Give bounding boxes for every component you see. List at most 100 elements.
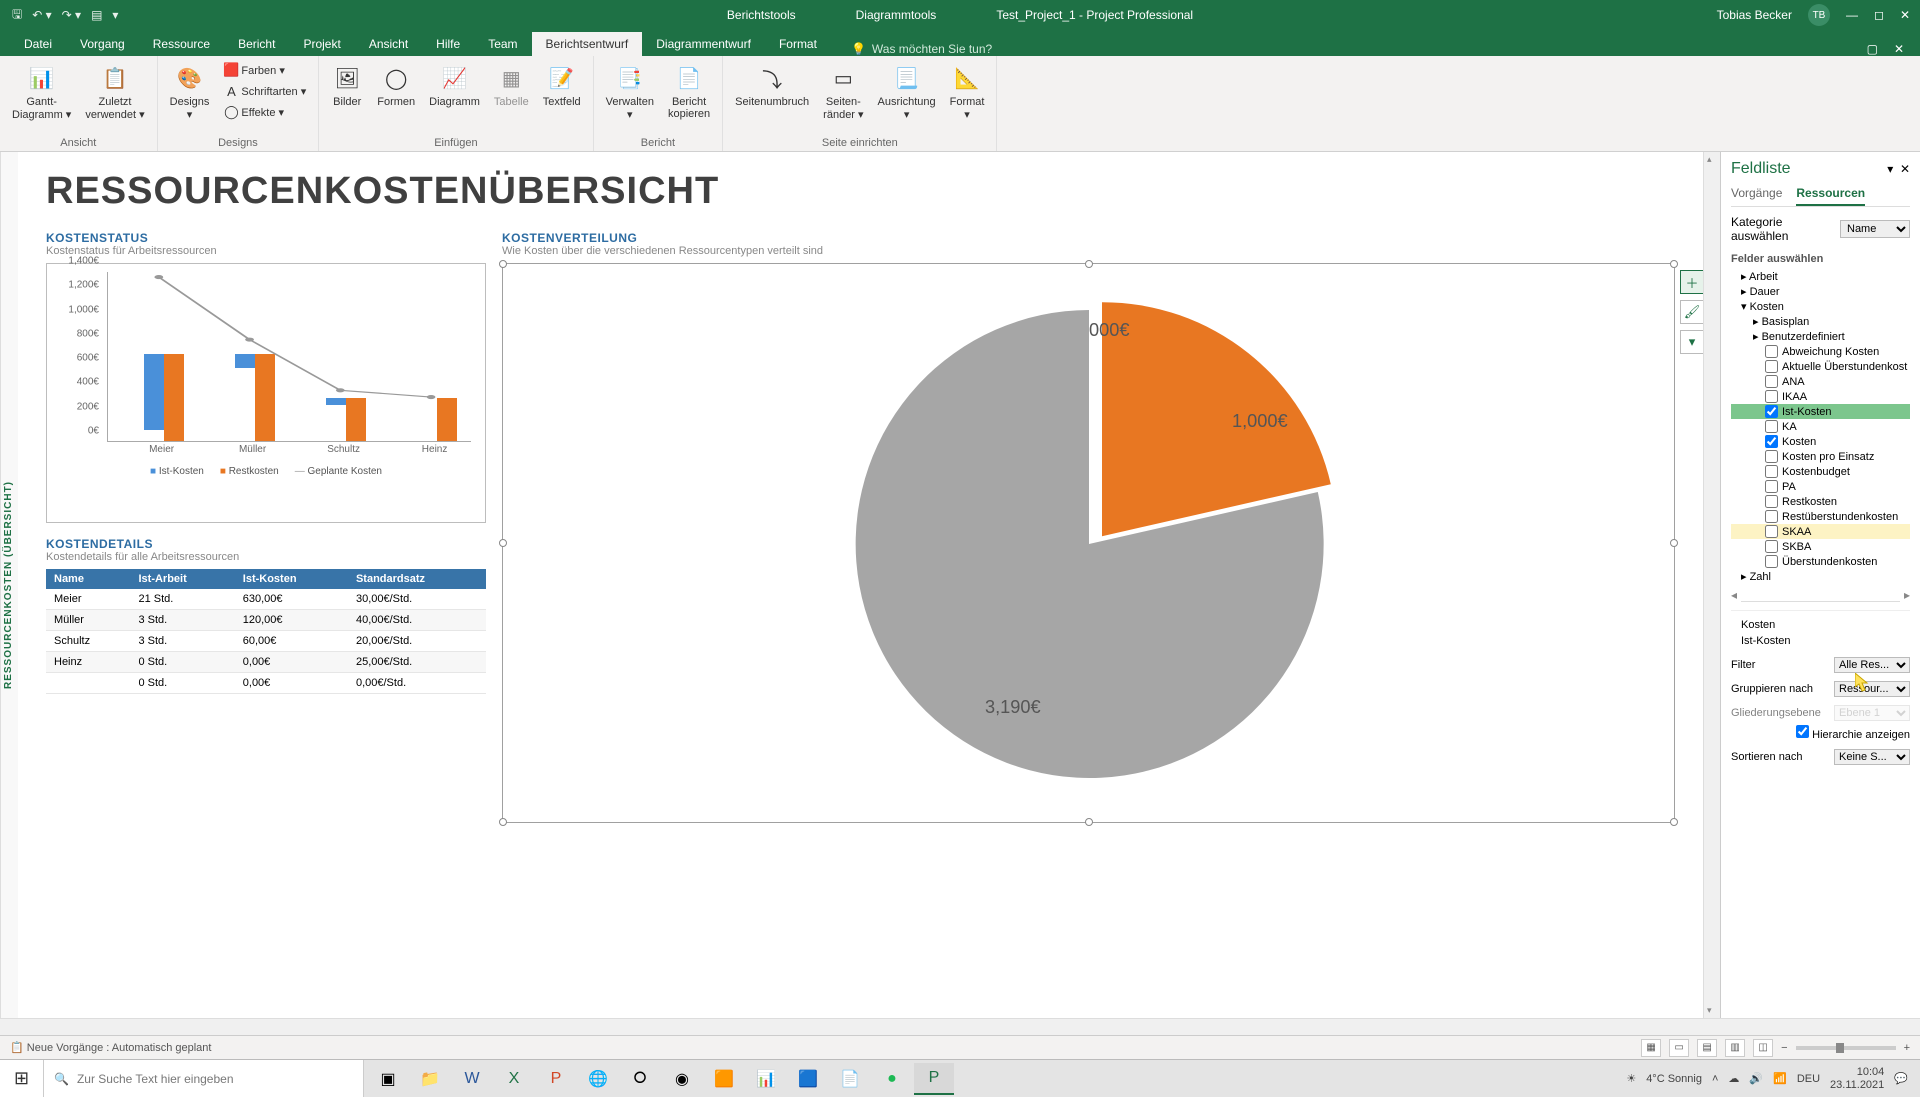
field-item[interactable]: KA — [1731, 419, 1910, 434]
view-btn-4[interactable]: ▥ — [1725, 1039, 1745, 1057]
edge-legacy-icon[interactable]: 🌐 — [578, 1063, 618, 1095]
field-checkbox[interactable] — [1765, 465, 1778, 478]
field-item[interactable]: Aktuelle Überstundenkost — [1731, 359, 1910, 374]
table-button[interactable]: ▦Tabelle — [490, 60, 533, 110]
help-close-icon[interactable]: ✕ — [1894, 42, 1904, 56]
designs-button[interactable]: 🎨Designs ▾ — [166, 60, 214, 123]
colors-button[interactable]: 🟥Farben ▾ — [219, 60, 310, 80]
field-item[interactable]: IKAA — [1731, 389, 1910, 404]
minimize-icon[interactable]: — — [1846, 8, 1858, 22]
size-button[interactable]: 📐Format ▾ — [946, 60, 989, 123]
field-item[interactable]: Kosten — [1731, 434, 1910, 449]
table-row[interactable]: 0 Std.0,00€0,00€/Std. — [46, 673, 486, 694]
margins-button[interactable]: ▭Seiten- ränder ▾ — [819, 60, 867, 123]
table-row[interactable]: Meier21 Std.630,00€30,00€/Std. — [46, 589, 486, 610]
table-row[interactable]: Schultz3 Std.60,00€20,00€/Std. — [46, 631, 486, 652]
fonts-button[interactable]: ASchriftarten ▾ — [219, 81, 310, 101]
category-select[interactable]: Name — [1840, 220, 1910, 238]
notepad-icon[interactable]: 📄 — [830, 1063, 870, 1095]
maximize-icon[interactable]: ◻ — [1874, 8, 1884, 22]
zoom-in-icon[interactable]: + — [1904, 1042, 1910, 1054]
field-item[interactable]: Ist-Kosten — [1731, 404, 1910, 419]
field-item[interactable]: Restüberstundenkosten — [1731, 509, 1910, 524]
tab-datei[interactable]: Datei — [10, 32, 66, 56]
field-item[interactable]: SKAA — [1731, 524, 1910, 539]
save-icon[interactable]: 🖫 — [12, 5, 22, 26]
cost-table[interactable]: NameIst-Arbeit Ist-KostenStandardsatz Me… — [46, 569, 486, 694]
copy-report-button[interactable]: 📄Bericht kopieren — [664, 60, 714, 122]
field-checkbox[interactable] — [1765, 540, 1778, 553]
pie-chart[interactable]: 000€ 1,000€ 3,190€ ＋ 🖌 ▾ Diagrammelement… — [502, 263, 1675, 823]
undo-icon[interactable]: ↶ ▾ — [32, 8, 51, 22]
field-checkbox[interactable] — [1765, 435, 1778, 448]
ribbon-display-icon[interactable]: ▢ — [1867, 42, 1878, 56]
field-checkbox[interactable] — [1765, 495, 1778, 508]
doc-icon[interactable]: ▤ — [91, 8, 102, 22]
zoom-slider[interactable] — [1796, 1046, 1896, 1050]
spotify-icon[interactable]: ● — [872, 1063, 912, 1095]
view-btn-5[interactable]: ◫ — [1753, 1039, 1773, 1057]
field-checkbox[interactable] — [1765, 450, 1778, 463]
tree-kosten[interactable]: ▾ Kosten — [1731, 299, 1910, 314]
task-view-icon[interactable]: ▣ — [368, 1063, 408, 1095]
page-break-button[interactable]: ⤵Seitenumbruch — [731, 60, 813, 110]
table-row[interactable]: Heinz0 Std.0,00€25,00€/Std. — [46, 652, 486, 673]
tab-bericht[interactable]: Bericht — [224, 32, 289, 56]
tell-me-input[interactable]: Was möchten Sie tun? — [872, 42, 992, 56]
zoom-out-icon[interactable]: − — [1781, 1042, 1787, 1054]
tab-ansicht[interactable]: Ansicht — [355, 32, 422, 56]
field-item[interactable]: ANA — [1731, 374, 1910, 389]
field-checkbox[interactable] — [1765, 525, 1778, 538]
field-item[interactable]: PA — [1731, 479, 1910, 494]
chart-styles-button[interactable]: 🖌 — [1680, 300, 1703, 324]
field-tree[interactable]: ▸ Arbeit ▸ Dauer ▾ Kosten ▸ Basisplan ▸ … — [1731, 269, 1910, 584]
tab-projekt[interactable]: Projekt — [289, 32, 354, 56]
orientation-button[interactable]: 📃Ausrichtung ▾ — [874, 60, 940, 123]
notifications-icon[interactable]: 💬 — [1894, 1072, 1908, 1085]
obs-icon[interactable]: ◉ — [662, 1063, 702, 1095]
pane-tab-ressourcen[interactable]: Ressourcen — [1796, 186, 1865, 206]
edge-icon[interactable]: 🟦 — [788, 1063, 828, 1095]
field-checkbox[interactable] — [1765, 360, 1778, 373]
clock[interactable]: 10:0423.11.2021 — [1830, 1066, 1884, 1090]
weather-text[interactable]: 4°C Sonnig — [1646, 1073, 1702, 1085]
field-item[interactable]: Restkosten — [1731, 494, 1910, 509]
word-icon[interactable]: W — [452, 1063, 492, 1095]
field-checkbox[interactable] — [1765, 405, 1778, 418]
tab-ressource[interactable]: Ressource — [139, 32, 224, 56]
view-btn-3[interactable]: ▤ — [1697, 1039, 1717, 1057]
horizontal-scrollbar[interactable] — [0, 1018, 1920, 1035]
recently-used-button[interactable]: 📋Zuletzt verwendet ▾ — [81, 60, 148, 123]
tree-dauer[interactable]: ▸ Dauer — [1731, 284, 1910, 299]
tab-team[interactable]: Team — [474, 32, 531, 56]
field-checkbox[interactable] — [1765, 555, 1778, 568]
search-box[interactable]: 🔍 Zur Suche Text hier eingeben — [44, 1060, 364, 1097]
hscroll-right-icon[interactable]: ▸ — [1904, 588, 1910, 602]
field-item[interactable]: Kostenbudget — [1731, 464, 1910, 479]
wifi-icon[interactable]: 📶 — [1773, 1072, 1787, 1085]
redo-icon[interactable]: ↷ ▾ — [62, 8, 81, 22]
group-select[interactable]: Ressour... — [1834, 681, 1910, 697]
chart-button[interactable]: 📈Diagramm — [425, 60, 484, 110]
tab-format[interactable]: Format — [765, 32, 831, 56]
excel-icon[interactable]: X — [494, 1063, 534, 1095]
tree-zahl[interactable]: ▸ Zahl — [1731, 569, 1910, 584]
tray-chevron-icon[interactable]: ˄ — [1712, 1073, 1718, 1085]
chrome-icon[interactable]: ⭘ — [620, 1063, 660, 1095]
tree-basisplan[interactable]: ▸ Basisplan — [1731, 314, 1910, 329]
chart-filter-button[interactable]: ▾ — [1680, 330, 1703, 354]
close-icon[interactable]: ✕ — [1900, 8, 1910, 22]
pane-tab-vorgaenge[interactable]: Vorgänge — [1731, 186, 1782, 206]
view-side-label[interactable]: RESSOURCENKOSTEN (ÜBERSICHT) — [0, 152, 18, 1018]
app-icon-1[interactable]: 🟧 — [704, 1063, 744, 1095]
shapes-button[interactable]: ◯Formen — [373, 60, 419, 110]
field-item[interactable]: Abweichung Kosten — [1731, 344, 1910, 359]
field-checkbox[interactable] — [1765, 420, 1778, 433]
hscroll-left-icon[interactable]: ◂ — [1731, 588, 1737, 602]
weather-icon[interactable]: ☀ — [1626, 1072, 1636, 1085]
field-checkbox[interactable] — [1765, 375, 1778, 388]
user-name[interactable]: Tobias Becker — [1717, 8, 1792, 22]
images-button[interactable]: 🖼Bilder — [327, 60, 367, 110]
effects-button[interactable]: ◯Effekte ▾ — [219, 102, 310, 122]
textbox-button[interactable]: 📝Textfeld — [539, 60, 585, 110]
